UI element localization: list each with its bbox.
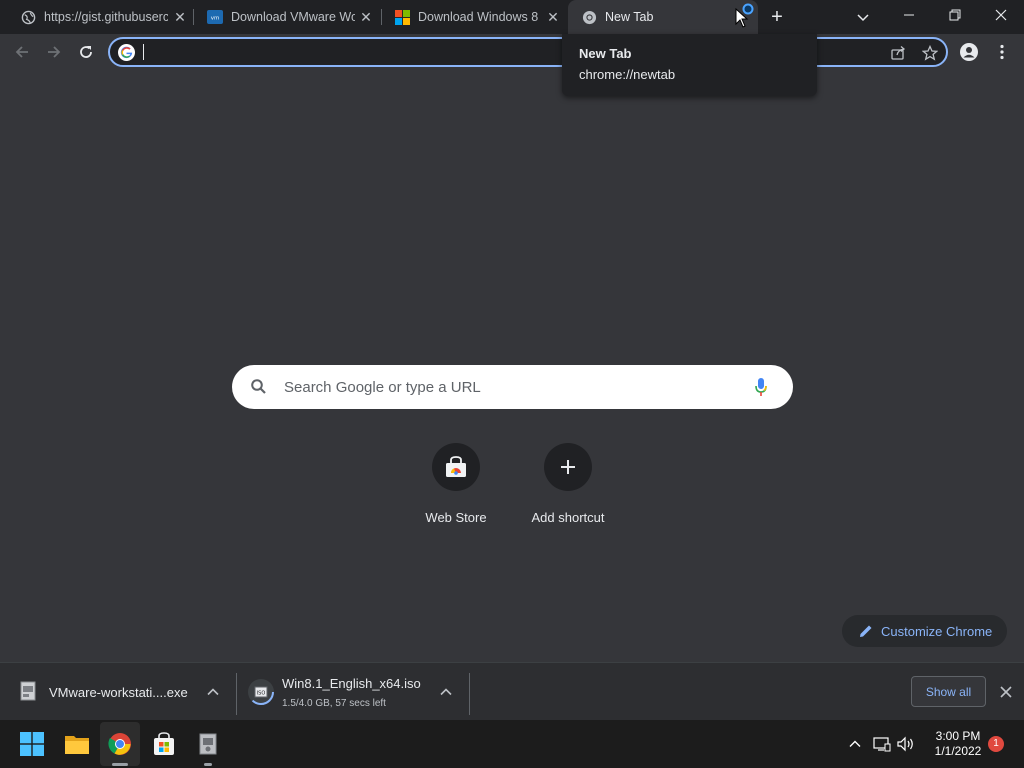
shortcut-web-store[interactable]: Web Store <box>406 443 506 525</box>
network-icon[interactable] <box>872 734 892 754</box>
taskbar: 3:00 PM 1/1/2022 1 <box>0 720 1024 768</box>
clock-date: 1/1/2022 <box>934 744 982 758</box>
profile-avatar-icon[interactable] <box>957 40 981 64</box>
tab-windows[interactable]: Download Windows 8.1 ✕ <box>382 0 570 34</box>
new-tab-button[interactable]: + <box>766 7 788 29</box>
download-item-vmware[interactable]: VMware-workstati....exe <box>0 663 236 720</box>
download-filename: Win8.1_English_x64.iso <box>282 676 421 691</box>
vmware-icon: vm <box>207 9 223 25</box>
web-store-icon <box>432 443 480 491</box>
download-item-win81[interactable]: ISO Win8.1_English_x64.iso 1.5/4.0 GB, 5… <box>237 663 469 720</box>
text-caret <box>143 44 144 60</box>
running-indicator <box>204 763 212 766</box>
chevron-up-icon[interactable] <box>206 685 220 699</box>
chevron-up-icon[interactable] <box>439 685 453 699</box>
system-clock[interactable]: 3:00 PM 1/1/2022 <box>930 729 986 759</box>
shortcut-label: Add shortcut <box>531 510 605 525</box>
start-icon[interactable] <box>18 730 46 758</box>
forward-button[interactable] <box>42 40 66 64</box>
customize-label: Customize Chrome <box>881 623 993 639</box>
back-button[interactable] <box>10 40 34 64</box>
notification-badge[interactable]: 1 <box>988 736 1004 752</box>
store-icon[interactable] <box>150 730 178 758</box>
customize-chrome-button[interactable]: Customize Chrome <box>842 615 1007 647</box>
download-progress-text: 1.5/4.0 GB, 57 secs left <box>282 698 386 709</box>
globe-icon <box>20 9 36 25</box>
bookmark-star-icon[interactable] <box>921 44 939 62</box>
toolbar <box>0 34 1024 71</box>
close-tab-icon[interactable]: ✕ <box>173 10 187 24</box>
volume-icon[interactable] <box>896 734 916 754</box>
chrome-icon[interactable] <box>106 730 134 758</box>
search-box[interactable]: Search Google or type a URL <box>232 365 793 409</box>
tab-vmware[interactable]: vm Download VMware Workstation ✕ <box>194 0 382 34</box>
voice-search-icon[interactable] <box>754 377 768 397</box>
installer-icon[interactable] <box>194 730 222 758</box>
svg-text:ISO: ISO <box>257 691 266 697</box>
tab-title: Download VMware Workstation <box>231 10 355 24</box>
download-shelf: VMware-workstati....exe ISO Win8.1_Engli… <box>0 662 1024 720</box>
close-shelf-icon[interactable] <box>999 685 1013 699</box>
show-all-button[interactable]: Show all <box>911 676 986 707</box>
restore-button[interactable] <box>932 0 978 30</box>
plus-icon <box>544 443 592 491</box>
download-filename: VMware-workstati....exe <box>49 685 188 700</box>
shortcut-add[interactable]: Add shortcut <box>518 443 618 525</box>
tab-hover-card: New Tab chrome://newtab <box>562 34 817 96</box>
tab-title: New Tab <box>605 10 654 24</box>
running-indicator <box>112 763 128 766</box>
clock-time: 3:00 PM <box>935 729 981 743</box>
tab-title: https://gist.githubusercontent.com <box>44 10 168 24</box>
share-icon[interactable] <box>889 44 907 62</box>
google-icon <box>118 44 135 61</box>
search-icon <box>250 378 268 396</box>
tab-strip: https://gist.githubusercontent.com ✕ vm … <box>0 0 1024 34</box>
tab-new-tab[interactable]: New Tab <box>568 0 758 34</box>
mouse-cursor-icon <box>735 7 749 28</box>
tab-search-icon[interactable] <box>854 8 872 26</box>
tab-title: Download Windows 8.1 <box>418 10 538 24</box>
chrome-icon <box>581 9 597 25</box>
search-placeholder: Search Google or type a URL <box>284 379 481 396</box>
svg-text:vm: vm <box>211 16 220 22</box>
close-window-button[interactable] <box>978 0 1024 30</box>
microsoft-icon <box>394 9 410 25</box>
installer-file-icon <box>19 681 39 703</box>
file-explorer-icon[interactable] <box>63 730 91 758</box>
close-tab-icon[interactable]: ✕ <box>359 10 373 24</box>
shortcut-label: Web Store <box>425 510 487 525</box>
reload-button[interactable] <box>74 40 98 64</box>
close-tab-icon[interactable]: ✕ <box>546 10 560 24</box>
disc-image-icon: ISO <box>248 679 274 705</box>
tab-gist[interactable]: https://gist.githubusercontent.com ✕ <box>0 0 194 34</box>
download-divider <box>469 673 470 715</box>
minimize-button[interactable] <box>886 0 932 30</box>
chevron-up-icon[interactable] <box>845 734 865 754</box>
menu-kebab-icon[interactable] <box>990 40 1014 64</box>
hover-card-title: New Tab <box>579 46 632 61</box>
hover-card-url: chrome://newtab <box>579 67 676 82</box>
address-bar[interactable] <box>108 37 948 67</box>
pencil-icon <box>859 624 873 638</box>
